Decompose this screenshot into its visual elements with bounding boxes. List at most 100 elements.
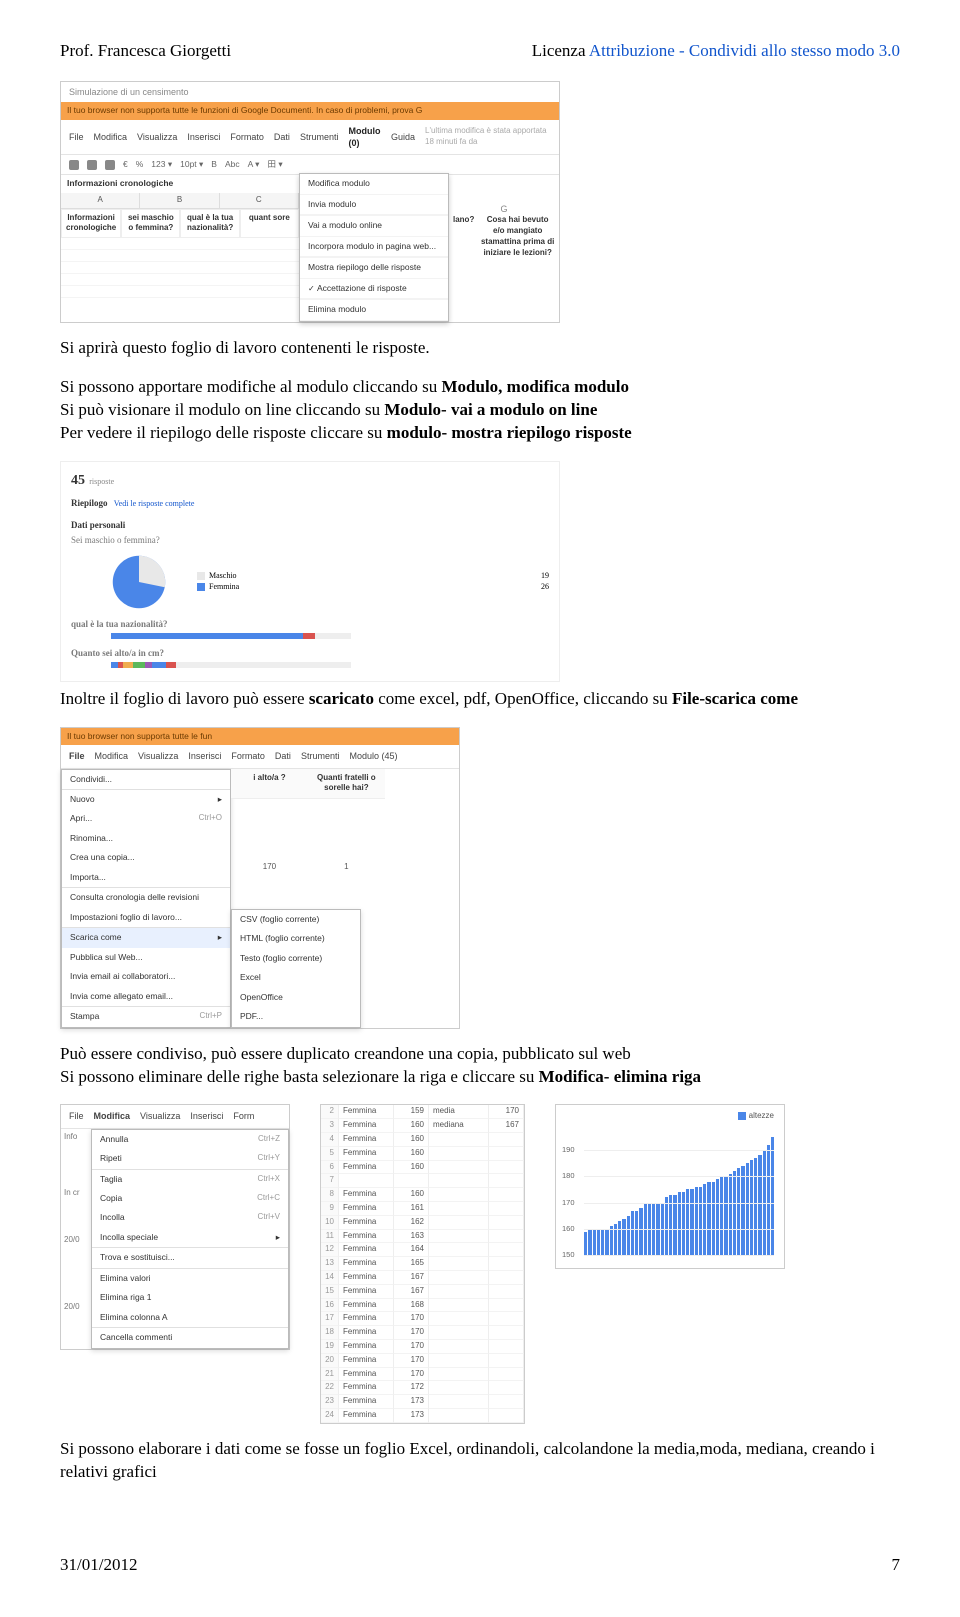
- sm-openoffice[interactable]: OpenOffice: [232, 988, 360, 1007]
- dd-riepilogo[interactable]: Mostra riepilogo delle risposte: [300, 258, 448, 278]
- dd-trova[interactable]: Trova e sostituisci...: [92, 1248, 288, 1267]
- txt: Si possono eliminare delle righe basta s…: [60, 1067, 539, 1086]
- undo-icon[interactable]: [87, 160, 97, 170]
- dd-annulla[interactable]: AnnullaCtrl+Z: [92, 1130, 288, 1149]
- menu-modifica[interactable]: Modifica: [94, 1110, 131, 1122]
- bold-scaricato: scaricato: [309, 689, 374, 708]
- license-link[interactable]: Attribuzione - Condividi allo stesso mod…: [589, 41, 900, 60]
- sm-csv[interactable]: CSV (foglio corrente): [232, 910, 360, 929]
- menu-strumenti[interactable]: Strumenti: [300, 131, 339, 143]
- legend-color-maschio-icon: [197, 572, 205, 580]
- bar: [695, 1187, 698, 1256]
- fm-condividi[interactable]: Condividi...: [62, 770, 230, 789]
- dd-modifica-modulo[interactable]: Modifica modulo: [300, 174, 448, 194]
- fm-crea-copia[interactable]: Crea una copia...: [62, 848, 230, 867]
- dd-copia[interactable]: CopiaCtrl+C: [92, 1189, 288, 1208]
- menu-dati[interactable]: Dati: [275, 750, 291, 762]
- menu-modifica[interactable]: Modifica: [94, 131, 128, 143]
- sm-testo[interactable]: Testo (foglio corrente): [232, 949, 360, 968]
- dd-ripeti[interactable]: RipetiCtrl+Y: [92, 1149, 288, 1168]
- fm-scarica-come[interactable]: Scarica come▸: [62, 928, 230, 947]
- ytick-label: 190: [562, 1145, 575, 1155]
- menu-visualizza[interactable]: Visualizza: [138, 750, 178, 762]
- txt: Si può visionare il modulo on line clicc…: [60, 400, 384, 419]
- table-row: 2Femmina159media170: [321, 1105, 524, 1119]
- menu-guida[interactable]: Guida: [391, 131, 415, 143]
- col-g[interactable]: G: [453, 203, 555, 215]
- dd-taglia[interactable]: TagliaCtrl+X: [92, 1170, 288, 1189]
- resp-count: 45: [71, 473, 85, 488]
- fm-stampa[interactable]: StampaCtrl+P: [62, 1007, 230, 1026]
- toolbar-textcolor[interactable]: A ▾: [248, 159, 260, 170]
- fm-importa[interactable]: Importa...: [62, 868, 230, 887]
- menu-modulo45[interactable]: Modulo (45): [349, 750, 397, 762]
- menu-formato[interactable]: Formato: [230, 131, 264, 143]
- fm-pubblica-web[interactable]: Pubblica sul Web...: [62, 948, 230, 967]
- dd-elimina-colonna[interactable]: Elimina colonna A: [92, 1308, 288, 1327]
- col-a[interactable]: A: [61, 193, 140, 208]
- dd-incorpora[interactable]: Incorpora modulo in pagina web...: [300, 237, 448, 257]
- fm-apri[interactable]: Apri...Ctrl+O: [62, 809, 230, 828]
- menu-inserisci[interactable]: Inserisci: [188, 750, 221, 762]
- sm-excel[interactable]: Excel: [232, 968, 360, 987]
- menu-inserisci[interactable]: Inserisci: [190, 1110, 223, 1122]
- toolbar-strike[interactable]: Abc: [225, 159, 240, 170]
- bold-modulo-vai: Modulo- vai a modulo on line: [384, 400, 597, 419]
- menubar: File Modifica Visualizza Inserisci Forma…: [61, 745, 459, 768]
- toolbar-format123[interactable]: 123 ▾: [151, 159, 172, 170]
- toolbar-percent[interactable]: %: [136, 159, 144, 170]
- dd-cancella-commenti[interactable]: Cancella commenti: [92, 1328, 288, 1347]
- redo-icon[interactable]: [105, 160, 115, 170]
- bar: [593, 1229, 596, 1255]
- bar: [703, 1184, 706, 1255]
- menu-visualizza[interactable]: Visualizza: [137, 131, 177, 143]
- fm-impostazioni[interactable]: Impostazioni foglio di lavoro...: [62, 908, 230, 927]
- last-edit-note: L'ultima modifica è stata apportata 18 m…: [425, 126, 551, 148]
- dd-accettazione[interactable]: Accettazione di risposte: [300, 279, 448, 300]
- col-c[interactable]: C: [220, 193, 299, 208]
- fm-email-allegato[interactable]: Invia come allegato email...: [62, 987, 230, 1006]
- menu-modulo[interactable]: Modulo (0): [348, 125, 381, 149]
- dd-vai-online[interactable]: Vai a modulo online: [300, 216, 448, 236]
- bar: [605, 1229, 608, 1255]
- dd-elimina-riga[interactable]: Elimina riga 1: [92, 1288, 288, 1307]
- dd-elimina[interactable]: Elimina modulo: [300, 300, 448, 320]
- fm-cronologia[interactable]: Consulta cronologia delle revisioni: [62, 888, 230, 907]
- bar: [741, 1166, 744, 1256]
- dd-incolla-speciale[interactable]: Incolla speciale▸: [92, 1228, 288, 1247]
- toolbar-fontsize[interactable]: 10pt ▾: [180, 159, 203, 170]
- table-row: 16Femmina168: [321, 1299, 524, 1313]
- dd-incolla[interactable]: IncollaCtrl+V: [92, 1208, 288, 1227]
- table-row: 17Femmina170: [321, 1312, 524, 1326]
- q-altezza: Quanto sei alto/a in cm?: [71, 647, 549, 659]
- col-b[interactable]: B: [140, 193, 219, 208]
- sm-html[interactable]: HTML (foglio corrente): [232, 929, 360, 948]
- toolbar-bold[interactable]: B: [211, 159, 217, 170]
- resp-label: risposte: [89, 477, 114, 486]
- menu-file[interactable]: File: [69, 131, 84, 143]
- dd-invia-modulo[interactable]: Invia modulo: [300, 195, 448, 215]
- menu-visualizza[interactable]: Visualizza: [140, 1110, 180, 1122]
- menu-dati[interactable]: Dati: [274, 131, 290, 143]
- menu-inserisci[interactable]: Inserisci: [187, 131, 220, 143]
- toolbar-borders[interactable]: 田 ▾: [267, 159, 282, 170]
- menu-formato[interactable]: Formato: [231, 750, 265, 762]
- fm-email-collab[interactable]: Invia email ai collaboratori...: [62, 967, 230, 986]
- menu-file[interactable]: File: [69, 750, 85, 762]
- bar: [754, 1158, 757, 1256]
- menu-strumenti[interactable]: Strumenti: [301, 750, 340, 762]
- dd-elimina-valori[interactable]: Elimina valori: [92, 1269, 288, 1288]
- toolbar-currency[interactable]: €: [123, 159, 128, 170]
- bar: [682, 1192, 685, 1255]
- footer-page: 7: [892, 1554, 901, 1577]
- print-icon[interactable]: [69, 160, 79, 170]
- fm-rinomina[interactable]: Rinomina...: [62, 829, 230, 848]
- fm-nuovo[interactable]: Nuovo▸: [62, 790, 230, 809]
- menu-modifica[interactable]: Modifica: [95, 750, 129, 762]
- bar: [584, 1232, 587, 1256]
- riepilogo-link[interactable]: Vedi le risposte complete: [114, 499, 195, 508]
- sm-pdf[interactable]: PDF...: [232, 1007, 360, 1026]
- section-dati-personali: Dati personali: [71, 519, 549, 531]
- menu-file[interactable]: File: [69, 1110, 84, 1122]
- menu-form[interactable]: Form: [233, 1110, 254, 1122]
